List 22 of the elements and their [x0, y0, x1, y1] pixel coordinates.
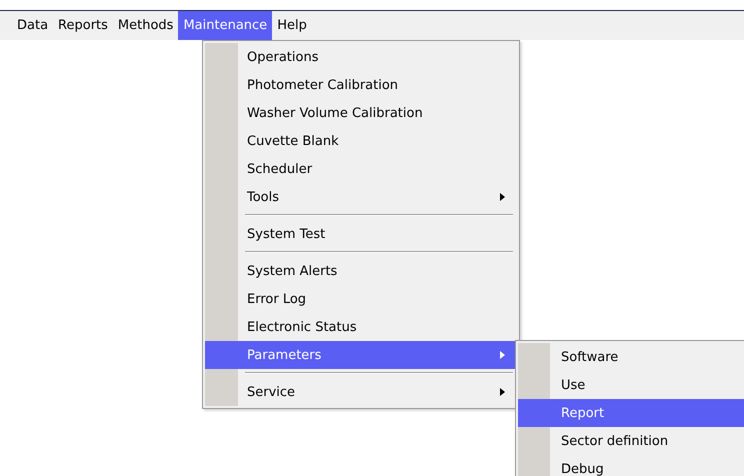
menu-item[interactable]: Scheduler [205, 155, 517, 183]
menu-item[interactable]: Washer Volume Calibration [205, 99, 517, 127]
menu-item[interactable]: Cuvette Blank [205, 127, 517, 155]
menu-item[interactable]: Parameters [205, 341, 517, 369]
menu-item[interactable]: Use [518, 371, 744, 399]
menu-bar-item[interactable]: Maintenance [178, 11, 272, 40]
menu-bar-item[interactable]: Methods [112, 11, 178, 40]
menu-item[interactable]: Debug [518, 455, 744, 476]
menu-item[interactable]: Photometer Calibration [205, 71, 517, 99]
menu-item[interactable]: Service [205, 378, 517, 406]
menu-bar-item[interactable]: Data [12, 11, 54, 40]
menu-item[interactable]: Electronic Status [205, 313, 517, 341]
menu-item[interactable]: Report [518, 399, 744, 427]
menu-item[interactable]: Sector definition [518, 427, 744, 455]
menu-bar-item[interactable]: Reports [53, 11, 113, 40]
menu-item[interactable]: Error Log [205, 285, 517, 313]
menu-item[interactable]: Operations [205, 43, 517, 71]
menu-item[interactable]: System Alerts [205, 257, 517, 285]
menu-item[interactable]: Tools [205, 183, 517, 211]
menu-bar-item[interactable]: Help [272, 11, 312, 40]
menu-item[interactable]: Software [518, 343, 744, 371]
menu-item[interactable]: System Test [205, 220, 517, 248]
